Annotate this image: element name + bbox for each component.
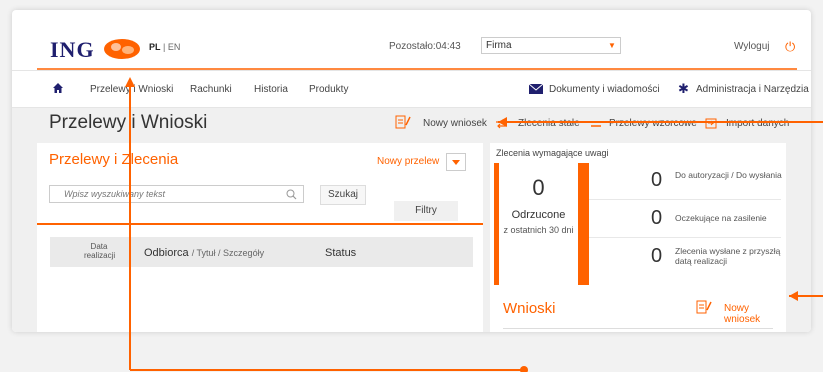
- annotation-arrow-up: [125, 77, 135, 87]
- annotation-arrow-left-bottom: [789, 291, 798, 301]
- annotation-arrow-left-top: [498, 117, 507, 127]
- annotation-dot: [520, 366, 528, 372]
- annotation-overlay: [37, 68, 823, 372]
